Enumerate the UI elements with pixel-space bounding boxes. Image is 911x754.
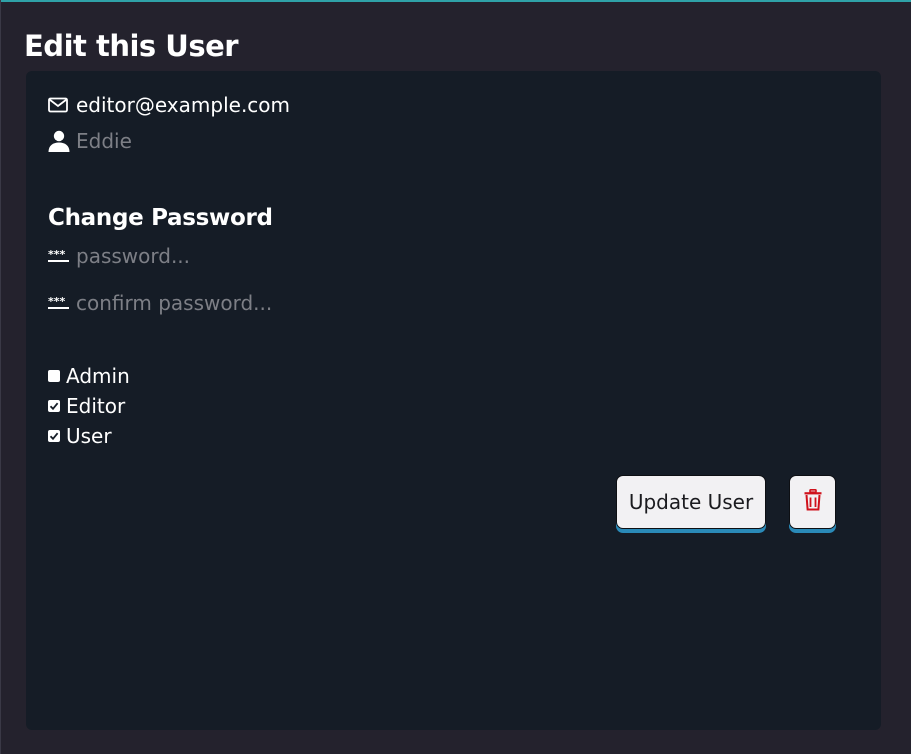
editor-label: Editor — [66, 394, 126, 418]
user-label: User — [66, 424, 112, 448]
change-password-heading: Change Password — [48, 205, 273, 231]
confirm-password-input[interactable] — [76, 291, 376, 315]
role-row-admin: Admin — [48, 362, 130, 390]
email-row: editor@example.com — [48, 93, 290, 117]
admin-label: Admin — [66, 364, 130, 388]
left-edge-border — [0, 0, 1, 754]
top-accent-bar — [0, 0, 911, 2]
password-dots-icon: *** — [48, 292, 70, 314]
role-row-user: User — [48, 422, 112, 450]
update-user-button[interactable]: Update User — [616, 475, 766, 529]
user-icon — [48, 130, 70, 152]
edit-user-card: editor@example.com Eddie Change Password… — [26, 71, 881, 730]
update-user-label: Update User — [628, 490, 754, 514]
name-row[interactable]: Eddie — [48, 129, 132, 153]
page-title: Edit this User — [24, 29, 239, 63]
trash-icon — [804, 489, 822, 515]
editor-checkbox[interactable] — [48, 400, 60, 412]
checkmark-icon — [49, 402, 59, 411]
user-checkbox[interactable] — [48, 430, 60, 442]
checkmark-icon — [49, 432, 59, 441]
role-row-editor: Editor — [48, 392, 125, 420]
envelope-icon — [48, 94, 70, 116]
email-value: editor@example.com — [76, 93, 291, 117]
name-field[interactable]: Eddie — [76, 129, 132, 153]
password-row: *** — [48, 244, 376, 268]
admin-checkbox[interactable] — [48, 370, 60, 382]
password-input[interactable] — [76, 244, 376, 268]
confirm-password-row: *** — [48, 291, 376, 315]
delete-user-button[interactable] — [789, 475, 836, 529]
svg-text:***: *** — [48, 249, 66, 261]
password-dots-icon: *** — [48, 245, 70, 267]
svg-text:***: *** — [48, 296, 66, 308]
